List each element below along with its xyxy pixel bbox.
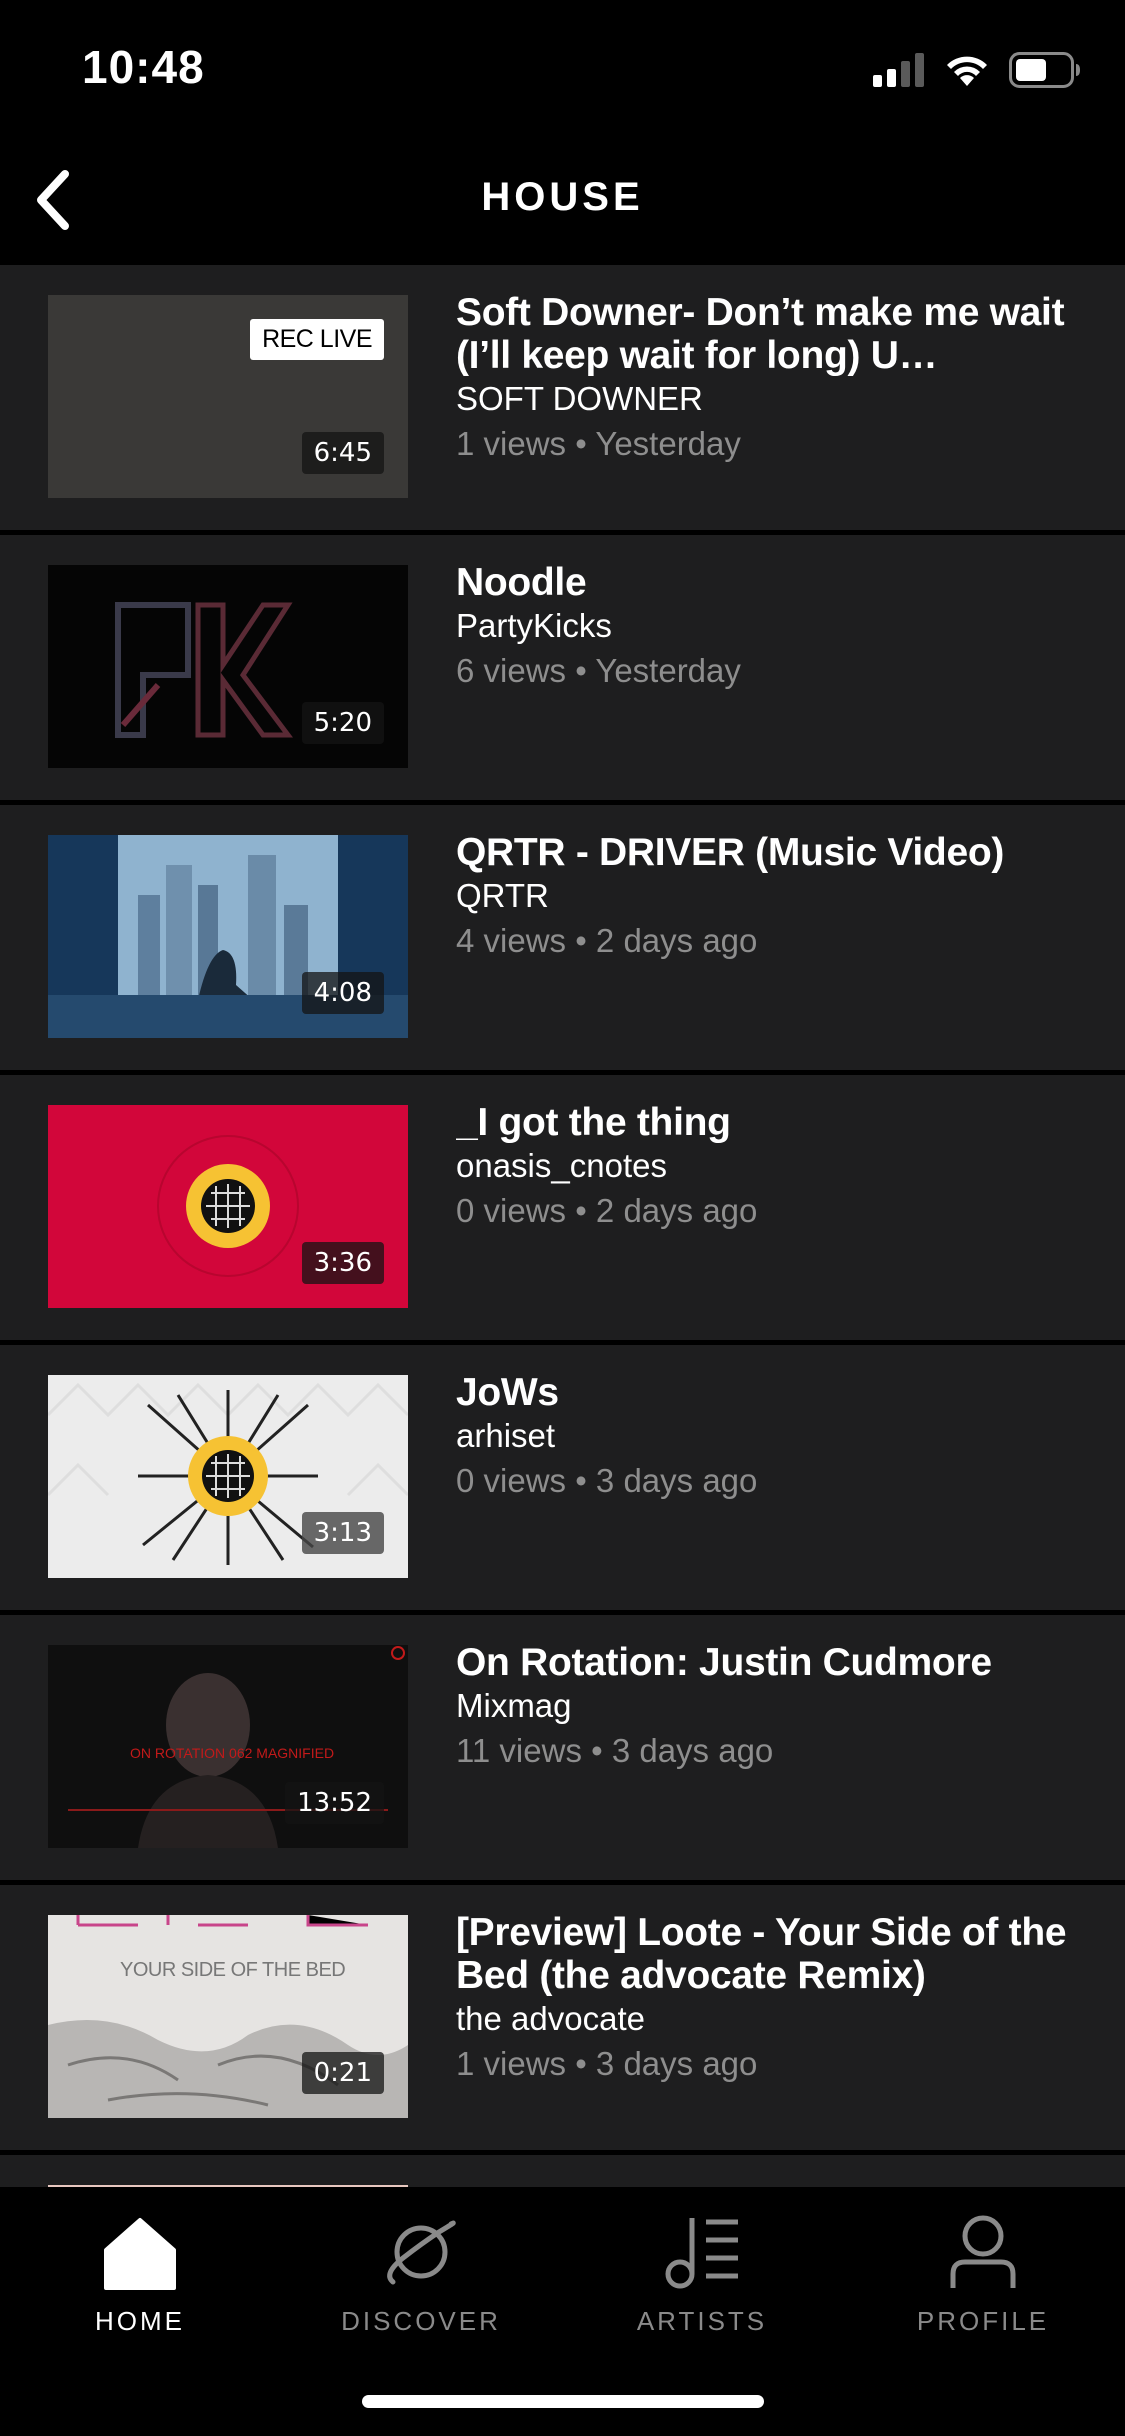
video-row[interactable]: ON ROTATION 062 MAGNIFIED 13:52 On Rotat… (0, 1615, 1125, 1880)
video-row[interactable]: 5:20 Noodle PartyKicks 6 views • Yesterd… (0, 535, 1125, 800)
music-note-list-icon (665, 2218, 738, 2289)
video-row[interactable] (0, 2155, 1125, 2187)
thumbnail-caption: ON ROTATION 062 MAGNIFIED (130, 1745, 335, 1761)
video-meta: 0 views • 3 days ago (456, 1462, 758, 1499)
home-indicator[interactable] (362, 2395, 764, 2408)
rec-live-badge: REC LIVE (250, 319, 384, 360)
duration-badge: 13:52 (285, 1782, 384, 1824)
video-title[interactable]: _I got the thing (456, 1101, 1085, 1144)
video-meta: 1 views • Yesterday (456, 425, 741, 462)
video-title[interactable]: On Rotation: Justin Cudmore (456, 1641, 1085, 1684)
video-meta: 0 views • 2 days ago (456, 1192, 758, 1229)
channel-name[interactable]: onasis_cnotes (456, 1144, 1085, 1188)
channel-name[interactable]: PartyKicks (456, 604, 1085, 648)
tab-home[interactable]: HOME (40, 2212, 240, 2352)
video-title[interactable]: QRTR - DRIVER (Music Video) (456, 831, 1085, 874)
video-row[interactable]: REC LIVE 6:45 Soft Downer- Don’t make me… (0, 265, 1125, 530)
status-time: 10:48 (82, 41, 205, 93)
tab-discover[interactable]: DISCOVER (321, 2212, 521, 2352)
video-row[interactable]: 4:08 QRTR - DRIVER (Music Video) QRTR 4 … (0, 805, 1125, 1070)
person-icon (950, 2215, 1016, 2288)
video-thumbnail[interactable]: ON ROTATION 062 MAGNIFIED 13:52 (48, 1645, 408, 1848)
video-title[interactable]: Noodle (456, 561, 1085, 604)
duration-badge: 5:20 (301, 702, 384, 744)
wifi-icon (947, 56, 987, 86)
tab-label: DISCOVER (341, 2306, 501, 2336)
cellular-signal-icon (873, 53, 924, 87)
video-list[interactable]: REC LIVE 6:45 Soft Downer- Don’t make me… (0, 265, 1125, 2187)
video-row[interactable]: 3:36 _I got the thing onasis_cnotes 0 vi… (0, 1075, 1125, 1340)
tab-label: PROFILE (916, 2306, 1050, 2336)
video-thumbnail[interactable]: 3:36 (48, 1105, 408, 1308)
video-meta: 6 views • Yesterday (456, 652, 741, 689)
channel-name[interactable]: arhiset (456, 1414, 1085, 1458)
duration-badge: 3:36 (301, 1242, 384, 1284)
battery-icon (1009, 52, 1080, 88)
video-meta: 11 views • 3 days ago (456, 1732, 774, 1769)
status-icons (873, 50, 1081, 90)
video-title[interactable]: JoWs (456, 1371, 1085, 1414)
tab-label: HOME (95, 2306, 185, 2336)
video-thumbnail[interactable]: REC LIVE 6:45 (48, 295, 408, 498)
planet-icon (387, 2220, 456, 2285)
video-thumbnail[interactable]: YOUR SIDE OF THE BED 0:21 (48, 1915, 408, 2118)
duration-badge: 6:45 (301, 432, 384, 474)
duration-badge: 4:08 (301, 972, 384, 1014)
video-row[interactable]: 3:13 JoWs arhiset 0 views • 3 days ago (0, 1345, 1125, 1610)
tab-label: ARTISTS (636, 2306, 768, 2336)
channel-name[interactable]: SOFT DOWNER (456, 377, 1085, 421)
channel-name[interactable]: QRTR (456, 874, 1085, 918)
tab-artists[interactable]: ARTISTS (602, 2212, 802, 2352)
thumbnail-caption: YOUR SIDE OF THE BED (120, 1959, 346, 1981)
tab-profile[interactable]: PROFILE (883, 2212, 1083, 2352)
video-title[interactable]: [Preview] Loote - Your Side of the Bed (… (456, 1911, 1085, 1997)
video-thumbnail[interactable]: 5:20 (48, 565, 408, 768)
duration-badge: 3:13 (301, 1512, 384, 1554)
channel-name[interactable]: Mixmag (456, 1684, 1085, 1728)
duration-badge: 0:21 (301, 2052, 384, 2094)
video-meta: 4 views • 2 days ago (456, 922, 758, 959)
video-meta: 1 views • 3 days ago (456, 2045, 758, 2082)
nav-header: HOUSE (0, 135, 1125, 265)
channel-name[interactable]: the advocate (456, 1997, 1085, 2041)
video-thumbnail[interactable]: 3:13 (48, 1375, 408, 1578)
home-icon (104, 2218, 176, 2290)
video-row[interactable]: YOUR SIDE OF THE BED 0:21 [Preview] Loot… (0, 1885, 1125, 2150)
status-bar: 10:48 (0, 0, 1125, 135)
video-thumbnail[interactable]: 4:08 (48, 835, 408, 1038)
page-title: HOUSE (481, 175, 644, 219)
video-title[interactable]: Soft Downer- Don’t make me wait (I’ll ke… (456, 291, 1085, 377)
